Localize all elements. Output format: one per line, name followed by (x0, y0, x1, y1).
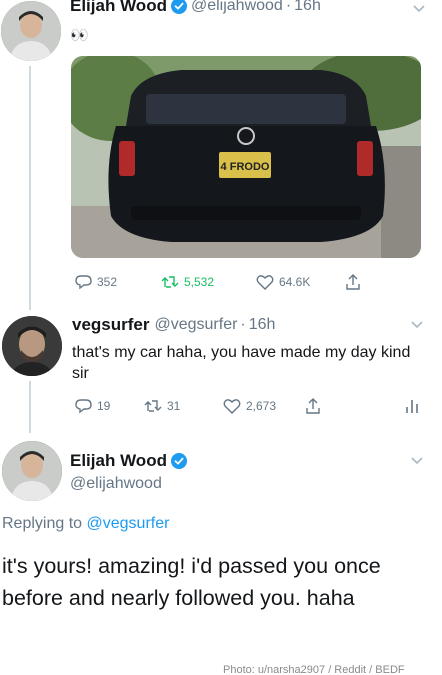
like-button[interactable]: 64.6K (256, 274, 310, 290)
author-name[interactable]: Elijah Wood (70, 451, 167, 471)
analytics-icon (406, 400, 418, 413)
separator-dot: · (285, 0, 292, 14)
tweet-actions: 352 5,532 64.6K (75, 273, 375, 291)
author-name[interactable]: Elijah Wood (70, 0, 167, 16)
like-icon (256, 275, 274, 290)
like-count: 64.6K (279, 275, 311, 289)
like-count: 2,673 (246, 399, 277, 413)
replying-prefix: Replying to (2, 515, 83, 532)
reply-count: 19 (97, 399, 111, 413)
like-icon (223, 399, 241, 414)
main-reply-header: Elijah Wood (70, 451, 191, 471)
avatar-elijahwood[interactable] (1, 1, 61, 61)
avatar-elijahwood[interactable] (2, 441, 62, 501)
retweet-icon (161, 276, 179, 288)
retweet-count: 31 (167, 399, 181, 413)
author-handle[interactable]: @elijahwood (191, 0, 283, 15)
chevron-down-icon[interactable] (412, 4, 426, 14)
retweet-icon (144, 400, 162, 412)
tweet-time[interactable]: 16h (294, 0, 321, 15)
reply-text: that's my car haha, you have made my day… (72, 344, 411, 382)
verified-badge-icon (170, 0, 187, 14)
avatar-vegsurfer[interactable] (2, 316, 62, 376)
tweet-header: Elijah Wood @elijahwood · 16h (70, 0, 321, 16)
thread-line (29, 66, 31, 310)
verified-badge-icon (170, 453, 187, 469)
author-handle[interactable]: @vegsurfer (154, 316, 237, 334)
photo-credit: Photo: u/narsha2907 / Reddit / BEDF (223, 664, 405, 675)
replying-to-link[interactable]: @vegsurfer (87, 515, 170, 532)
retweet-button[interactable]: 5,532 (161, 275, 214, 289)
analytics-button[interactable] (405, 398, 419, 414)
thread-line (29, 381, 31, 433)
reply-header: vegsurfer @vegsurfer · 16h (72, 315, 275, 335)
reply-button[interactable]: 352 (75, 274, 117, 290)
reply-icon (75, 275, 92, 290)
separator-dot: · (240, 316, 246, 333)
share-button[interactable] (345, 274, 361, 290)
reply-count: 352 (97, 275, 118, 289)
reply-icon (75, 399, 92, 414)
share-button[interactable] (305, 398, 321, 414)
tweet-time[interactable]: 16h (249, 316, 276, 334)
tweet-text: 👀 (70, 26, 90, 44)
like-button[interactable]: 2,673 (223, 398, 276, 414)
share-icon (306, 398, 320, 414)
main-reply-text: it's yours! amazing! i'd passed you once… (2, 554, 381, 610)
share-icon (346, 274, 360, 290)
tweet-photo[interactable]: 4 FRODO (71, 56, 421, 258)
author-handle[interactable]: @elijahwood (70, 475, 162, 493)
replying-to: Replying to @vegsurfer (2, 515, 169, 533)
retweet-button[interactable]: 31 (144, 399, 180, 413)
author-name[interactable]: vegsurfer (72, 315, 149, 335)
chevron-down-icon[interactable] (410, 456, 424, 466)
license-plate-text: 4 FRODO (221, 161, 270, 173)
retweet-count: 5,532 (184, 275, 215, 289)
reply-actions: 19 31 2,673 (75, 397, 425, 415)
chevron-down-icon[interactable] (410, 320, 424, 330)
reply-button[interactable]: 19 (75, 398, 110, 414)
